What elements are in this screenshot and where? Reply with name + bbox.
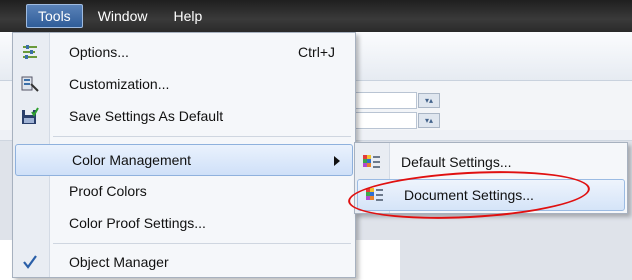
menu-item-save-settings-label: Save Settings As Default	[69, 108, 224, 124]
customization-icon	[21, 76, 39, 92]
submenu-item-default-settings-label: Default Settings...	[401, 154, 512, 170]
menu-separator	[53, 136, 351, 137]
menu-help-label: Help	[173, 8, 203, 24]
menu-window-label: Window	[97, 8, 148, 24]
menu-item-options[interactable]: Options... Ctrl+J	[13, 37, 355, 67]
menu-tools[interactable]: Tools	[26, 4, 83, 28]
menu-item-options-shortcut: Ctrl+J	[298, 44, 335, 60]
property-field-1[interactable]	[355, 92, 417, 109]
menu-item-color-proof-settings-label: Color Proof Settings...	[69, 215, 206, 231]
menu-item-object-manager-label: Object Manager	[69, 254, 169, 270]
tools-menu: Options... Ctrl+J Customization... Save …	[12, 32, 356, 278]
menu-help[interactable]: Help	[162, 5, 213, 27]
property-field-2[interactable]	[355, 112, 417, 129]
save-icon	[22, 107, 39, 124]
menu-bar: Tools Window Help	[0, 0, 632, 32]
menu-item-proof-colors-label: Proof Colors	[69, 183, 147, 199]
menu-item-proof-colors[interactable]: Proof Colors	[13, 176, 355, 206]
spinner-2[interactable]: ▾▴	[418, 113, 440, 128]
menu-item-color-proof-settings[interactable]: Color Proof Settings...	[13, 208, 355, 238]
menu-item-options-label: Options...	[69, 44, 129, 60]
menu-item-color-management[interactable]: Color Management	[15, 144, 353, 176]
menu-item-customization[interactable]: Customization...	[13, 69, 355, 99]
options-icon	[23, 45, 37, 59]
submenu-arrow-icon	[334, 156, 340, 166]
color-settings-icon	[363, 155, 380, 168]
spinner-1[interactable]: ▾▴	[418, 93, 440, 108]
menu-tools-label: Tools	[38, 8, 71, 24]
menu-item-color-management-label: Color Management	[72, 152, 192, 168]
menu-item-customization-label: Customization...	[69, 76, 170, 92]
menu-item-object-manager[interactable]: Object Manager	[13, 247, 355, 277]
menu-item-save-settings[interactable]: Save Settings As Default	[13, 101, 355, 131]
checkmark-icon	[23, 255, 37, 269]
menu-window[interactable]: Window	[87, 5, 159, 27]
menu-separator	[53, 243, 351, 244]
